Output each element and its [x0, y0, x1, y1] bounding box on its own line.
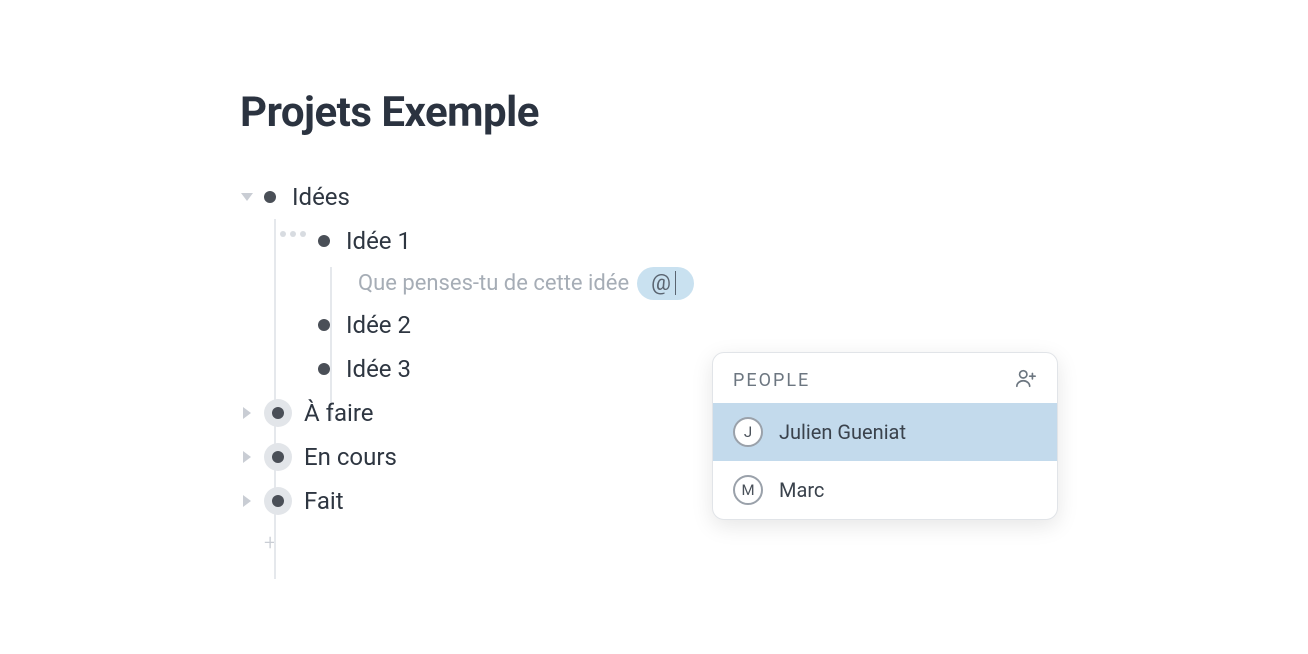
bullet-collapsed-icon[interactable]	[264, 487, 292, 515]
node-label[interactable]: Idée 2	[346, 311, 411, 339]
node-note-input[interactable]: Que penses-tu de cette idée @	[240, 263, 1060, 303]
disclosure-right-icon[interactable]	[240, 450, 254, 464]
bullet-collapsed-icon[interactable]	[264, 399, 292, 427]
avatar: M	[733, 475, 763, 505]
mention-trigger: @	[651, 271, 671, 296]
outline-node-idee2[interactable]: Idée 2	[240, 303, 1060, 347]
comment-text[interactable]: Que penses-tu de cette idée	[358, 271, 629, 296]
disclosure-right-icon[interactable]	[240, 406, 254, 420]
avatar: J	[733, 417, 763, 447]
popup-header: PEOPLE	[713, 353, 1057, 403]
bullet-icon[interactable]	[318, 363, 330, 375]
outline-node-idees[interactable]: Idées	[240, 175, 1060, 219]
node-label[interactable]: Idée 1	[346, 227, 411, 255]
text-cursor	[675, 271, 677, 295]
person-name: Marc	[779, 478, 824, 502]
bullet-icon[interactable]	[318, 235, 330, 247]
add-person-icon[interactable]	[1015, 367, 1037, 393]
node-label[interactable]: Fait	[304, 487, 344, 515]
bullet-icon[interactable]	[318, 319, 330, 331]
mention-option-julien[interactable]: J Julien Gueniat	[713, 403, 1057, 461]
mention-pill[interactable]: @	[637, 267, 694, 300]
node-label[interactable]: En cours	[304, 443, 397, 471]
bullet-collapsed-icon[interactable]	[264, 443, 292, 471]
outline-node-idee1[interactable]: Idée 1	[240, 219, 1060, 263]
node-label[interactable]: Idées	[292, 183, 350, 211]
more-actions-icon[interactable]	[280, 231, 306, 237]
mention-popup: PEOPLE J Julien Gueniat M Marc	[712, 352, 1058, 520]
node-label[interactable]: Idée 3	[346, 355, 411, 383]
person-name: Julien Gueniat	[779, 420, 906, 444]
node-label[interactable]: À faire	[304, 399, 373, 427]
popup-title: PEOPLE	[733, 370, 810, 391]
add-node-button[interactable]: +	[240, 523, 1060, 563]
mention-option-marc[interactable]: M Marc	[713, 461, 1057, 519]
disclosure-right-icon[interactable]	[240, 494, 254, 508]
bullet-icon[interactable]	[264, 191, 276, 203]
page-title: Projets Exemple	[240, 88, 1060, 137]
disclosure-down-icon[interactable]	[240, 190, 254, 204]
